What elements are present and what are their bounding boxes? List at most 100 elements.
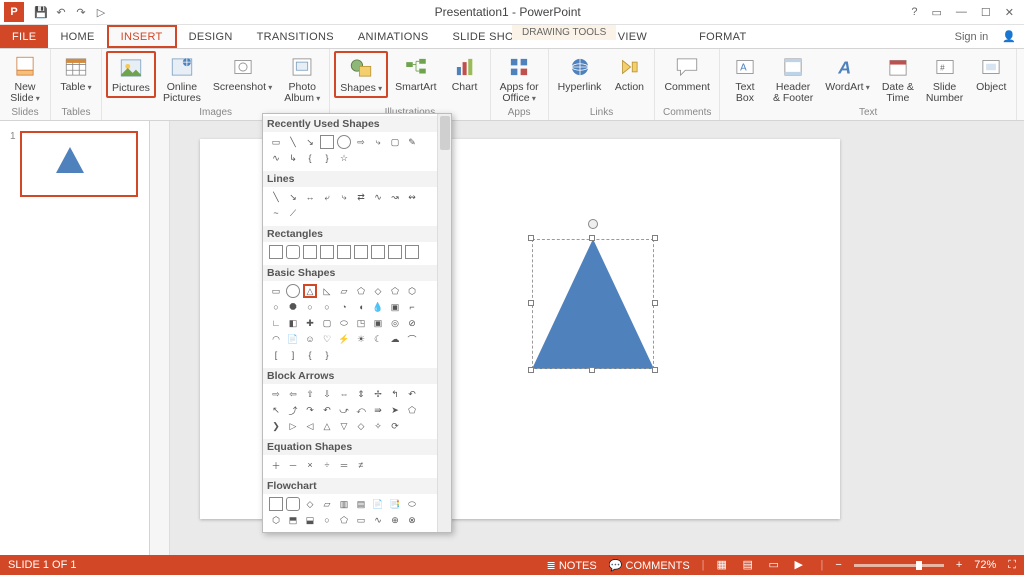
shape-fc-prep[interactable]: ⬡ [269,513,283,527]
shape-arrow-chevron[interactable]: ❯ [269,419,283,433]
shape-minus[interactable]: － [286,458,300,472]
shape-line-arrow[interactable]: ↘ [303,135,317,149]
shape-arrow-striped[interactable]: ⇛ [371,403,385,417]
shapes-button[interactable]: Shapes [334,51,388,98]
shape-snipround[interactable] [354,245,368,259]
shape-arrow-right[interactable]: ⇨ [269,387,283,401]
shape-fc-predef[interactable]: ▥ [337,497,351,511]
shape-round1[interactable] [371,245,385,259]
slidenumber-button[interactable]: #Slide Number [921,51,968,107]
shape-arrow-lr[interactable]: ⇔ [337,387,351,401]
shape-arrow-callout-d[interactable]: ▽ [337,419,351,433]
shape-arrow-pentagon[interactable]: ⬠ [405,403,419,417]
shape-textbox-b[interactable]: ▭ [269,284,283,298]
shape-left-brace[interactable]: { [303,151,317,165]
shape-not-equal[interactable]: ≠ [354,458,368,472]
textbox-button[interactable]: AText Box [724,51,766,107]
shapes-gallery-dropdown[interactable]: Recently Used Shapes ▭ ╲ ↘ ⇨ ⤷ ▢ ✎ ∿ ↳ {… [262,113,452,533]
shape-arrow-callout-r[interactable]: ▷ [286,419,300,433]
shape-isoceles-triangle[interactable]: △ [303,284,317,298]
shape-arrow-callout-quad[interactable]: ✧ [371,419,385,433]
shape-fc-manual-input[interactable]: ⬒ [286,513,300,527]
shape-fc-term[interactable]: ⬭ [405,497,419,511]
shape-dodecagon[interactable]: ○ [320,300,334,314]
shape-star[interactable]: ☆ [337,151,351,165]
shape-fc-data[interactable]: ▱ [320,497,334,511]
resize-handle-se[interactable] [652,367,658,373]
screenshot-button[interactable]: Screenshot [208,51,277,96]
resize-handle-s[interactable] [589,367,595,373]
shape-fc-card[interactable]: ▭ [354,513,368,527]
shape-elbow-arrow[interactable]: ⤷ [337,190,351,204]
action-button[interactable]: Action [608,51,650,96]
signin-link[interactable]: Sign in [955,31,989,43]
ribbon-options-icon[interactable]: ▭ [932,6,942,19]
shape-elbow-double[interactable]: ⇄ [354,190,368,204]
view-slideshow-icon[interactable]: ▶ [795,558,809,572]
shape-double-arrow[interactable]: ↔ [303,190,317,204]
shape-fc-sum[interactable]: ⊕ [388,513,402,527]
shape-teardrop[interactable]: 💧 [371,300,385,314]
shape-oval[interactable] [337,135,351,149]
status-notes-button[interactable]: ≣ NOTES [547,559,597,572]
shape-arc[interactable]: ⌒ [405,332,419,346]
slideshow-start-icon[interactable]: ▷ [94,5,108,19]
shape-fc-tape[interactable]: ∿ [371,513,385,527]
shape-fc-internal[interactable]: ▤ [354,497,368,511]
object-button[interactable]: Object [970,51,1012,96]
shape-heptagon[interactable]: ○ [269,300,283,314]
shape-arrow-circular[interactable]: ⟳ [388,419,402,433]
zoom-percent[interactable]: 72% [974,559,996,571]
shape-freeform-line[interactable]: ⟋ [286,206,300,220]
shape-arrow-ud[interactable]: ⇕ [354,387,368,401]
shape-smiley[interactable]: ☺ [303,332,317,346]
shape-octagon[interactable]: ⯃ [286,300,300,314]
shape-bracket-l[interactable]: [ [269,348,283,362]
view-normal-icon[interactable]: ▦ [717,558,731,572]
shape-arrow-notched[interactable]: ➤ [388,403,402,417]
photo-album-button[interactable]: Photo Album [279,51,325,107]
shape-fc-merge[interactable]: ▽ [320,529,334,532]
shape-curve-arrow[interactable]: ↝ [388,190,402,204]
shape-snip2same[interactable] [320,245,334,259]
tab-insert[interactable]: INSERT [107,25,177,48]
shape-freeform[interactable]: ✎ [405,135,419,149]
shape-folded-corner[interactable]: 📄 [286,332,300,346]
shape-fc-offpage[interactable]: ⬠ [337,513,351,527]
shape-rectangle[interactable] [320,135,334,149]
shape-fc-stored[interactable]: ◗ [337,529,351,532]
shape-arrow-curved-d[interactable]: ⤺ [354,403,368,417]
shape-textbox[interactable]: ▭ [269,135,283,149]
maximize-icon[interactable]: ☐ [981,6,991,19]
shape-fc-doc[interactable]: 📄 [371,497,385,511]
datetime-button[interactable]: Date & Time [877,51,919,107]
shape-elbow[interactable]: ⤶ [320,190,334,204]
resize-handle-e[interactable] [652,300,658,306]
pictures-button[interactable]: Pictures [106,51,156,98]
shape-hexagon[interactable]: ⬡ [405,284,419,298]
minimize-icon[interactable]: — [956,6,967,19]
shape-cloud[interactable]: ☁ [388,332,402,346]
shape-fc-manual-op[interactable]: ⬓ [303,513,317,527]
shape-curve-conn[interactable]: ∿ [371,190,385,204]
shape-fc-direct[interactable]: ⬬ [405,529,419,532]
shape-heart[interactable]: ♡ [320,332,334,346]
shape-half-frame[interactable]: ⌐ [405,300,419,314]
shape-diag-stripe[interactable]: ◧ [286,316,300,330]
shape-arrow-quad[interactable]: ✢ [371,387,385,401]
shape-arrow-bent[interactable]: ↰ [388,387,402,401]
shape-arrow[interactable]: ↘ [286,190,300,204]
zoom-out-button[interactable]: − [835,559,841,571]
header-footer-button[interactable]: Header & Footer [768,51,818,107]
shape-curve-double[interactable]: ↭ [405,190,419,204]
shape-brace-r[interactable]: } [320,348,334,362]
slide-thumbnail-1[interactable]: 1 [10,131,139,197]
shape-arrow-uturn[interactable]: ↶ [405,387,419,401]
view-sorter-icon[interactable]: ▤ [743,558,757,572]
account-icon[interactable]: 👤 [1002,30,1016,43]
shape-diamond[interactable]: ◇ [371,284,385,298]
shape-fc-seq[interactable]: ◯ [371,529,385,532]
shape-round2diag[interactable] [405,245,419,259]
shape-fc-collate[interactable]: ⧖ [269,529,283,532]
shape-line[interactable]: ╲ [286,135,300,149]
